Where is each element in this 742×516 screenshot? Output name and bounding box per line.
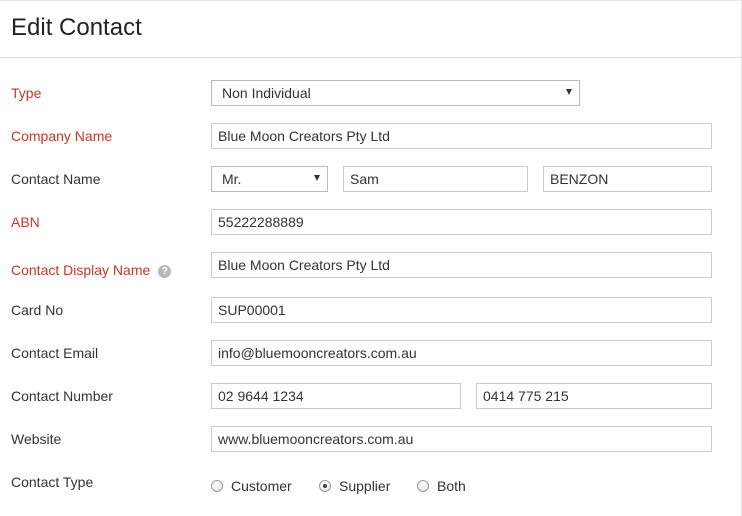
card-no-label: Card No — [11, 302, 64, 318]
last-name-input[interactable] — [543, 166, 712, 192]
contact-email-label: Contact Email — [11, 345, 99, 361]
type-select-value: Non Individual — [222, 85, 311, 101]
company-name-label: Company Name — [11, 128, 113, 144]
radio-supplier-dot[interactable] — [319, 480, 331, 492]
radio-supplier-label: Supplier — [339, 478, 391, 494]
salutation-select-value: Mr. — [222, 171, 242, 187]
radio-customer[interactable]: Customer — [211, 477, 292, 495]
card-no-input[interactable] — [211, 297, 712, 323]
abn-input[interactable] — [211, 209, 712, 235]
header-divider — [0, 57, 742, 58]
display-name-label-text: Contact Display Name — [11, 262, 151, 278]
radio-both-dot[interactable] — [417, 480, 429, 492]
mobile-input[interactable] — [476, 383, 712, 409]
contact-number-label: Contact Number — [11, 388, 113, 404]
contact-email-input[interactable] — [211, 340, 712, 366]
website-input[interactable] — [211, 426, 712, 452]
display-name-label: Contact Display Name? — [11, 262, 172, 278]
phone-input[interactable] — [211, 383, 461, 409]
radio-customer-label: Customer — [231, 478, 292, 494]
type-select[interactable]: Non Individual — [211, 80, 580, 106]
radio-both[interactable]: Both — [417, 477, 466, 495]
abn-label: ABN — [11, 214, 40, 230]
contact-type-label: Contact Type — [11, 474, 94, 490]
type-label: Type — [11, 85, 42, 101]
top-border — [0, 0, 742, 1]
page-title: Edit Contact — [11, 14, 142, 41]
chevron-down-icon — [566, 89, 572, 95]
company-name-input[interactable] — [211, 123, 712, 149]
radio-both-label: Both — [437, 478, 466, 494]
help-icon[interactable]: ? — [158, 265, 172, 278]
salutation-select[interactable]: Mr. — [211, 166, 328, 192]
contact-name-label: Contact Name — [11, 171, 101, 187]
first-name-input[interactable] — [343, 166, 528, 192]
display-name-input[interactable] — [211, 252, 712, 278]
radio-customer-dot[interactable] — [211, 480, 223, 492]
radio-supplier[interactable]: Supplier — [319, 477, 390, 495]
website-label: Website — [11, 431, 62, 447]
chevron-down-icon — [314, 175, 320, 181]
